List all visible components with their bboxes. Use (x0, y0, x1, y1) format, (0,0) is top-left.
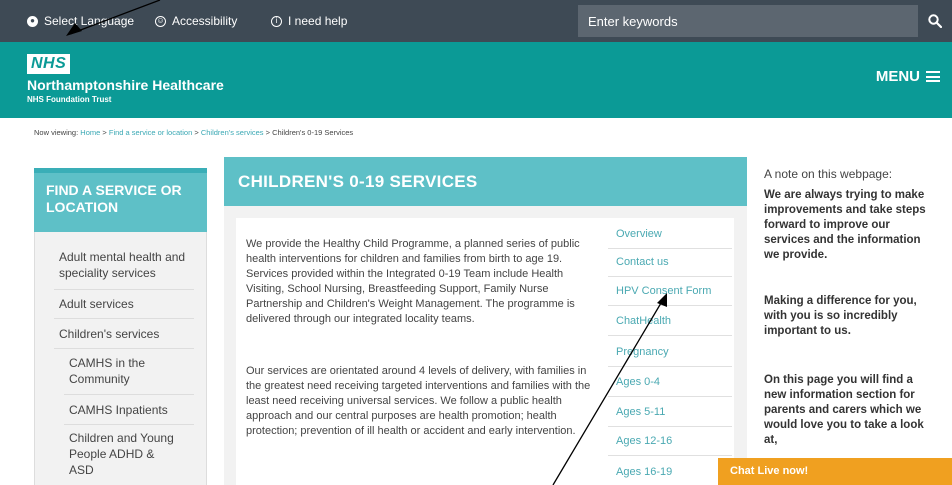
section-link-contact-us[interactable]: Contact us (616, 256, 669, 268)
org-name: Northamptonshire Healthcare (27, 77, 224, 93)
search-button[interactable] (918, 5, 952, 37)
sidebar-item-adult-mental-health[interactable]: Adult mental health and speciality servi… (59, 249, 199, 281)
sidebar-divider (64, 424, 194, 425)
sidebar-item-cyp-adhd-asd[interactable]: Children and Young People ADHD & ASD (69, 430, 179, 478)
breadcrumb-separator: > (265, 128, 271, 137)
accessibility-label: Accessibility (172, 14, 238, 28)
sidebar-divider (64, 394, 194, 395)
section-divider (608, 455, 732, 456)
section-divider (608, 305, 732, 306)
section-link-ages-16-19[interactable]: Ages 16-19 (616, 466, 672, 478)
breadcrumb-childrens-services[interactable]: Children's services (201, 128, 264, 137)
note-paragraph-new-section: On this page you will find a new informa… (764, 374, 924, 446)
section-link-chathealth[interactable]: ChatHealth (616, 315, 671, 327)
section-link-ages-12-16[interactable]: Ages 12-16 (616, 435, 672, 447)
page-title: CHILDREN'S 0-19 SERVICES (224, 157, 747, 206)
section-divider (608, 396, 732, 397)
sidebar-divider (54, 318, 194, 319)
note-paragraph-improvements: We are always trying to make improvement… (764, 189, 926, 261)
section-link-ages-0-4[interactable]: Ages 0-4 (616, 376, 660, 388)
sidebar-item-camhs-inpatients[interactable]: CAMHS Inpatients (69, 402, 189, 418)
search-icon (928, 14, 942, 28)
nhs-logo[interactable]: NHS (27, 54, 71, 74)
breadcrumb-find-service[interactable]: Find a service or location (109, 128, 192, 137)
accessibility-icon: ☺ (155, 15, 166, 27)
breadcrumb-home[interactable]: Home (80, 128, 100, 137)
chat-live-button[interactable]: Chat Live now! (718, 458, 952, 485)
site-header: NHS Northamptonshire Healthcare NHS Foun… (0, 42, 952, 118)
breadcrumb: Now viewing: Home > Find a service or lo… (34, 128, 353, 137)
accessibility-link[interactable]: ☺ Accessibility (155, 14, 237, 28)
section-divider (608, 366, 732, 367)
breadcrumb-current: Children's 0-19 Services (272, 128, 354, 137)
breadcrumb-separator: > (102, 128, 107, 137)
section-link-hpv-consent[interactable]: HPV Consent Form (616, 285, 711, 297)
chat-live-label: Chat Live now! (730, 465, 809, 477)
delivery-paragraph: Our services are orientated around 4 lev… (246, 365, 591, 437)
sidebar-divider (54, 348, 194, 349)
sidebar-item-adult-services[interactable]: Adult services (59, 296, 199, 312)
help-link[interactable]: i I need help (271, 14, 347, 28)
speech-bubble-icon: i (271, 15, 282, 27)
section-divider (608, 276, 732, 277)
help-label: I need help (288, 14, 348, 28)
section-divider (608, 335, 732, 336)
intro-paragraph: We provide the Healthy Child Programme, … (246, 238, 580, 325)
sidebar-divider (54, 289, 194, 290)
breadcrumb-separator: > (194, 128, 199, 137)
section-link-overview[interactable]: Overview (616, 228, 662, 240)
select-language-link[interactable]: ● Select Language (27, 14, 134, 28)
note-heading: A note on this webpage: (764, 167, 893, 181)
sidebar-item-childrens-services[interactable]: Children's services (59, 326, 199, 342)
sidebar-item-camhs-community[interactable]: CAMHS in the Community (69, 355, 179, 387)
breadcrumb-prefix: Now viewing: (34, 128, 79, 137)
sidebar-title: FIND A SERVICE OR LOCATION (34, 168, 207, 232)
org-subtitle: NHS Foundation Trust (27, 95, 112, 104)
section-link-pregnancy[interactable]: Pregnancy (616, 346, 669, 358)
note-paragraph-difference: Making a difference for you, with you is… (764, 295, 917, 337)
section-link-ages-5-11[interactable]: Ages 5-11 (616, 406, 665, 418)
section-divider (608, 248, 732, 249)
menu-label: MENU (875, 68, 920, 85)
globe-icon: ● (27, 15, 38, 27)
hamburger-icon (926, 71, 940, 82)
select-language-label: Select Language (44, 14, 135, 28)
search-input[interactable] (578, 5, 918, 37)
top-utility-bar: ● Select Language ☺ Accessibility i I ne… (0, 0, 952, 42)
menu-button[interactable]: MENU (876, 68, 940, 85)
section-divider (608, 426, 732, 427)
